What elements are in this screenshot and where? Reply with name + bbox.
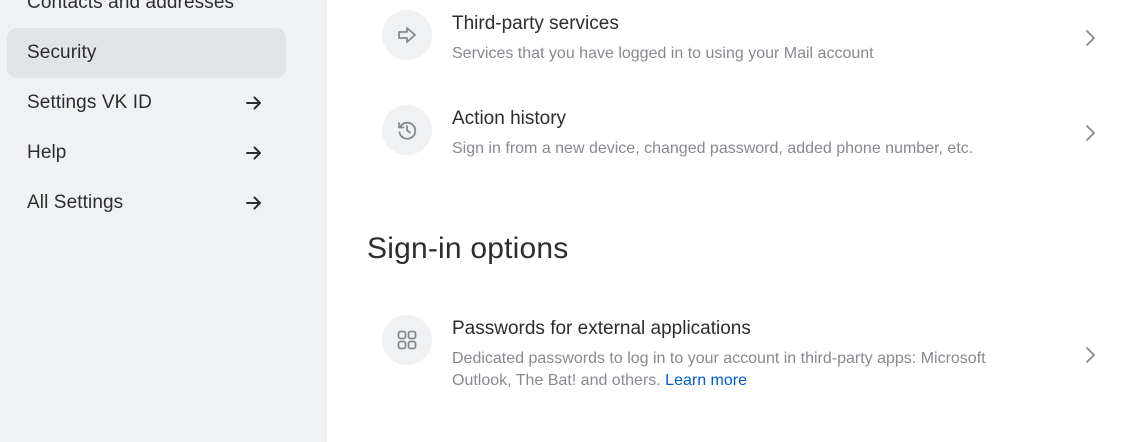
- app-passwords-row[interactable]: Passwords for external applications Dedi…: [382, 315, 1127, 395]
- apps-grid-icon: [382, 315, 432, 365]
- main-content: Third-party services Services that you h…: [327, 0, 1127, 442]
- action-history-row[interactable]: Action history Sign in from a new device…: [382, 105, 1127, 165]
- arrow-right-icon: [244, 143, 264, 163]
- sidebar: Contacts and addresses Security Settings…: [0, 0, 327, 442]
- sidebar-item-label: Contacts and addresses: [27, 0, 235, 13]
- sidebar-item-all-settings[interactable]: All Settings: [7, 178, 286, 228]
- sidebar-item-label: Security: [27, 42, 97, 63]
- sidebar-item-contacts-and-addresses[interactable]: Contacts and addresses: [7, 0, 286, 28]
- chevron-right-icon: [1082, 123, 1098, 143]
- sidebar-item-help[interactable]: Help: [7, 128, 286, 178]
- row-title: Third-party services: [452, 13, 619, 34]
- arrow-right-icon: [382, 10, 432, 60]
- row-description: Dedicated passwords to log in to your ac…: [452, 348, 1012, 392]
- row-description: Services that you have logged in to usin…: [452, 45, 874, 62]
- third-party-services-row[interactable]: Third-party services Services that you h…: [382, 10, 1127, 70]
- sidebar-item-label: Settings VK ID: [27, 92, 152, 113]
- arrow-right-icon: [244, 193, 264, 213]
- row-title: Action history: [452, 108, 567, 129]
- sidebar-item-label: Help: [27, 142, 67, 163]
- arrow-right-icon: [244, 93, 264, 113]
- chevron-right-icon: [1082, 28, 1098, 48]
- history-icon: [382, 105, 432, 155]
- chevron-right-icon: [1082, 345, 1098, 365]
- sidebar-item-settings-vk-id[interactable]: Settings VK ID: [7, 78, 286, 128]
- sidebar-item-label: All Settings: [27, 192, 124, 213]
- row-title: Passwords for external applications: [452, 318, 751, 339]
- section-title: Sign-in options: [367, 232, 569, 265]
- learn-more-link[interactable]: Learn more: [665, 372, 747, 389]
- sidebar-item-security[interactable]: Security: [7, 28, 286, 78]
- row-description: Sign in from a new device, changed passw…: [452, 140, 974, 157]
